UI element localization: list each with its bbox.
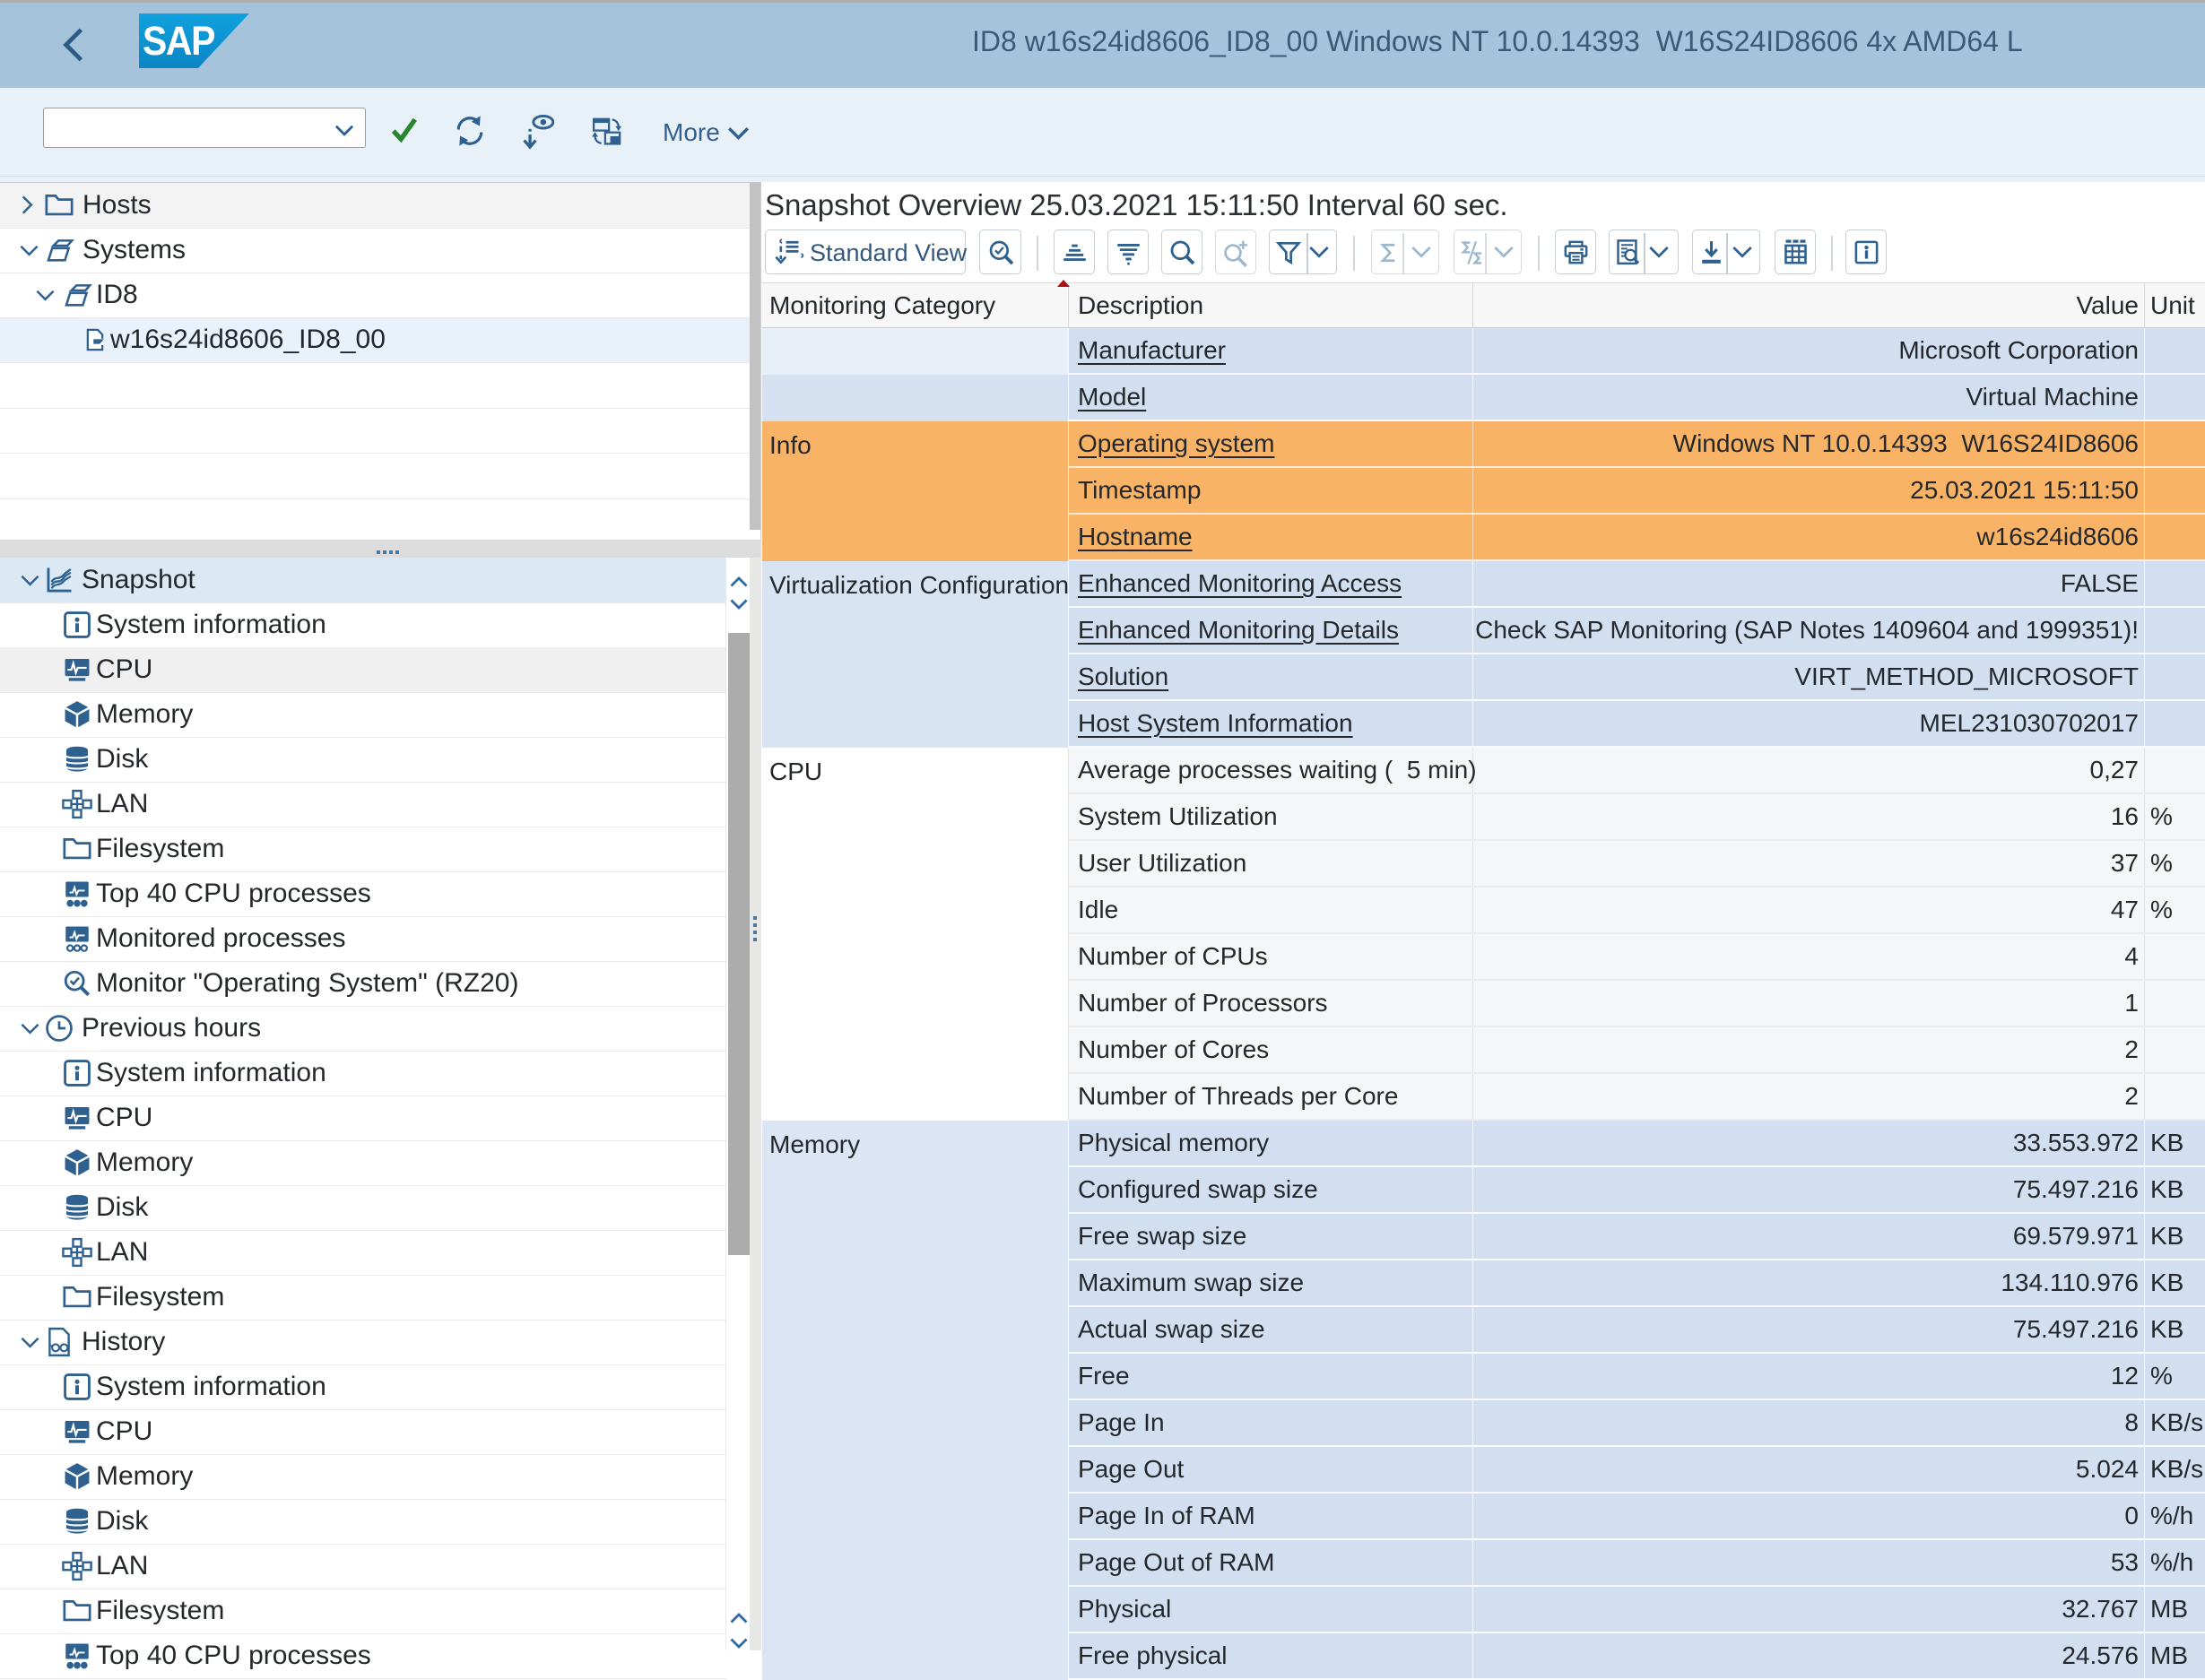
svg-text:SAP: SAP [143,18,214,64]
